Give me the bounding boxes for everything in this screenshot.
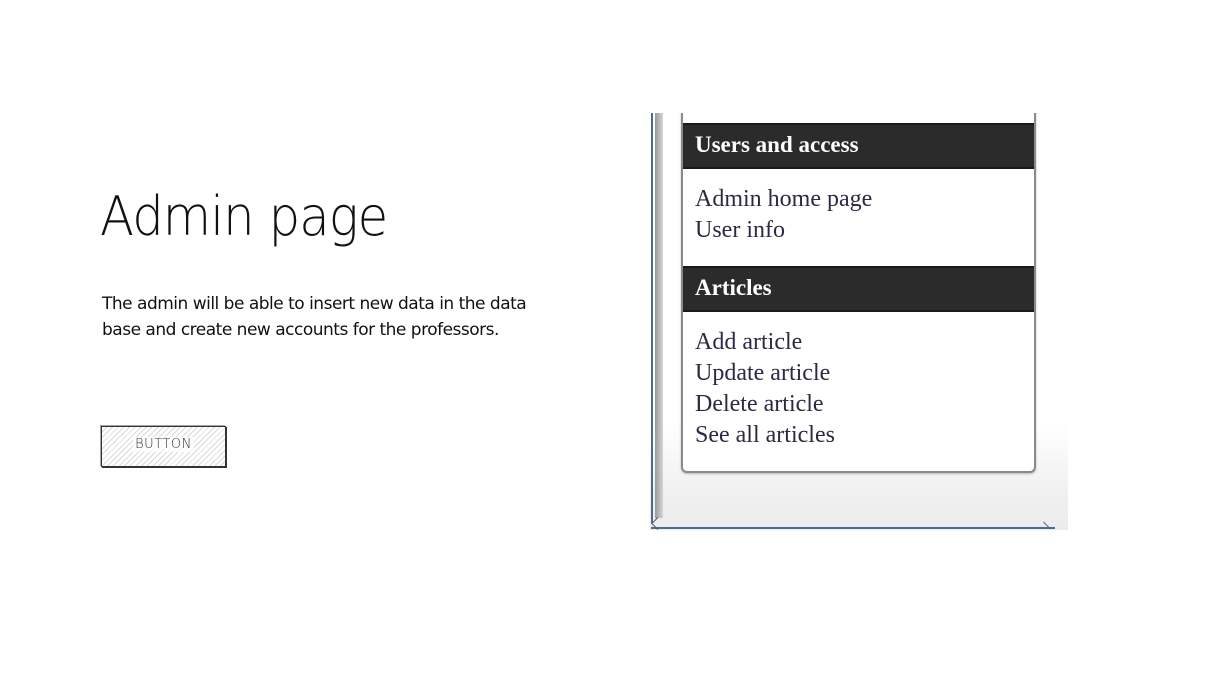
page-description: The admin will be able to insert new dat… [102, 294, 527, 340]
frame-left-border [651, 113, 653, 523]
button-label: BUTTON [133, 437, 194, 452]
admin-menu-panel: Users and access Admin home page User in… [681, 113, 1036, 473]
page-title: Admin page [100, 185, 388, 248]
menu-link-user-info[interactable]: User info [695, 218, 785, 242]
frame-shadow [655, 113, 663, 518]
menu-link-admin-home-page[interactable]: Admin home page [695, 187, 872, 211]
section-header-articles: Articles [683, 266, 1034, 312]
sketch-button[interactable]: BUTTON [101, 426, 226, 467]
menu-link-delete-article[interactable]: Delete article [695, 392, 824, 416]
admin-menu-screenshot: Users and access Admin home page User in… [650, 113, 1068, 530]
frame-bottom-border [651, 527, 1055, 529]
menu-link-add-article[interactable]: Add article [695, 330, 802, 354]
section-header-users-and-access: Users and access [683, 123, 1034, 169]
menu-link-update-article[interactable]: Update article [695, 361, 830, 385]
menu-link-see-all-articles[interactable]: See all articles [695, 423, 835, 447]
